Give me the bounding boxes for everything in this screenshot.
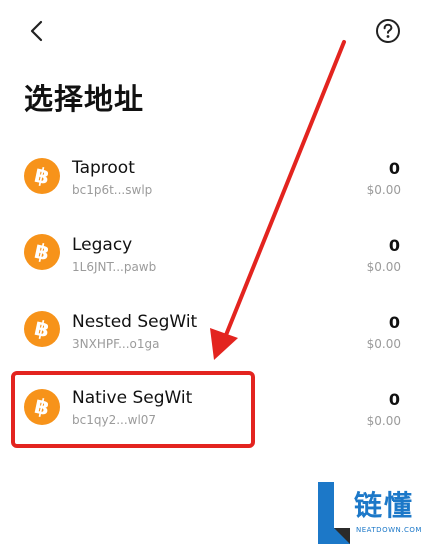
address-row-nested-segwit[interactable]: ฿ Nested SegWit 3NXHPF...o1ga 0 $0.00 [0, 292, 426, 368]
back-button[interactable] [22, 16, 52, 46]
watermark-domain: NEATDOWN.COM [356, 526, 422, 534]
address-type-label: Legacy [72, 235, 133, 255]
balance-fiat: $0.00 [366, 260, 401, 274]
top-bar [0, 0, 426, 62]
question-circle-icon [376, 19, 400, 43]
bitcoin-icon: ฿ [23, 157, 61, 195]
address-short: 3NXHPF...o1ga [72, 337, 160, 351]
watermark-logo: 链懂 NEATDOWN.COM [314, 480, 426, 551]
address-row-legacy[interactable]: ฿ Legacy 1L6JNT...pawb 0 $0.00 [0, 215, 426, 291]
balance-fiat: $0.00 [366, 337, 401, 351]
address-short: bc1p6t...swlp [72, 183, 153, 197]
balance-value: 0 [388, 236, 400, 255]
watermark-l-icon [318, 482, 350, 544]
balance-fiat: $0.00 [366, 414, 401, 428]
address-type-label: Nested SegWit [72, 312, 198, 332]
address-row-taproot[interactable]: ฿ Taproot bc1p6t...swlp 0 $0.00 [0, 138, 426, 214]
help-button[interactable] [374, 17, 402, 45]
balance-fiat: $0.00 [366, 183, 401, 197]
watermark-text: 链懂 [354, 489, 415, 522]
balance-value: 0 [388, 390, 400, 409]
address-type-label: Taproot [72, 158, 135, 178]
balance-value: 0 [388, 313, 400, 332]
page-title: 选择地址 [24, 82, 145, 116]
bitcoin-icon: ฿ [23, 233, 61, 271]
address-short: 1L6JNT...pawb [72, 260, 157, 274]
chevron-left-icon [30, 20, 43, 42]
balance-value: 0 [388, 159, 400, 178]
highlight-box [11, 371, 255, 448]
bitcoin-icon: ฿ [23, 310, 61, 348]
